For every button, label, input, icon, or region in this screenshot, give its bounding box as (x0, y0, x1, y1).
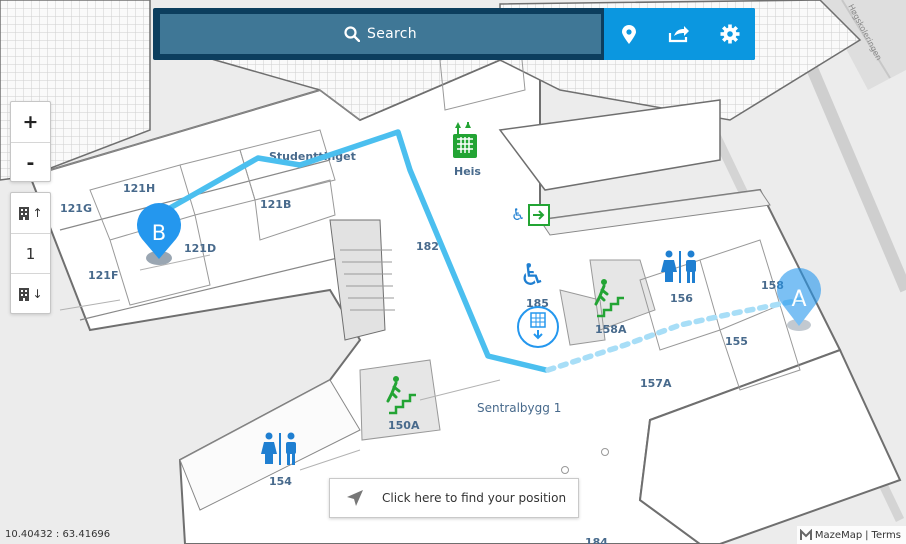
gear-icon (720, 24, 740, 44)
marker-b-label: B (152, 221, 166, 245)
room-label-121h: 121H (123, 182, 155, 195)
search-button[interactable]: Search (160, 14, 601, 54)
elevator-label: Heis (454, 165, 481, 178)
room-label-155: 155 (725, 335, 748, 348)
arrow-down-icon: ↓ (32, 286, 43, 301)
location-button[interactable] (609, 14, 649, 54)
svg-text:♿: ♿ (511, 205, 525, 224)
elevator-down-icon[interactable] (517, 306, 559, 348)
share-icon (669, 26, 690, 43)
floor-selector: ↑ 1 ↓ (10, 192, 51, 314)
building-icon (19, 287, 30, 301)
room-label-154: 154 (269, 475, 292, 488)
search-label: Search (367, 26, 417, 42)
accessible-exit-icon[interactable]: ♿ (507, 203, 550, 226)
arrow-up-icon: ↑ (32, 206, 43, 220)
marker-a-label: A (791, 287, 806, 312)
navigation-arrow-icon (347, 490, 363, 506)
indoor-map[interactable]: Høgskoleringen 121H 121G 121B 121D 121F … (0, 0, 906, 544)
building-label: Sentralbygg 1 (477, 401, 561, 415)
search-icon (344, 26, 361, 42)
zoom-control: + - (10, 101, 51, 182)
room-label-150a: 150A (388, 419, 420, 432)
room-label-156: 156 (670, 292, 693, 305)
floor-down-button[interactable]: ↓ (11, 273, 50, 313)
attribution: MazeMap | Terms (796, 526, 906, 544)
room-label-121b: 121B (260, 198, 291, 211)
room-label-121g: 121G (60, 202, 92, 215)
zoom-in-button[interactable]: + (11, 102, 50, 142)
wheelchair-icon: ♿ (517, 256, 549, 293)
coordinates-readout: 10.40432 : 63.41696 (5, 529, 111, 540)
settings-button[interactable] (710, 14, 750, 54)
room-label-184: 184 (585, 536, 608, 544)
room-label-158a: 158A (595, 323, 627, 336)
mazemap-link[interactable]: MazeMap (815, 530, 862, 541)
floor-up-button[interactable]: ↑ (11, 193, 50, 233)
building-icon (19, 207, 30, 220)
attribution-separator: | (865, 529, 869, 541)
terms-link[interactable]: Terms (872, 530, 901, 541)
top-toolbar: Search (153, 8, 755, 60)
room-label-121f: 121F (88, 269, 118, 282)
room-label-182: 182 (416, 240, 439, 253)
current-floor: 1 (11, 233, 50, 273)
map-pin-icon (622, 24, 637, 44)
mazemap-logo-icon (799, 529, 812, 540)
svg-text:♿: ♿ (519, 258, 546, 293)
share-button[interactable] (659, 14, 699, 54)
zoom-out-button[interactable]: - (11, 142, 50, 182)
find-position-button[interactable]: Click here to find your position (329, 478, 579, 518)
tool-buttons (604, 8, 755, 60)
find-position-label: Click here to find your position (382, 491, 567, 505)
room-label-121d: 121D (184, 242, 216, 255)
room-label-157a: 157A (640, 377, 672, 390)
